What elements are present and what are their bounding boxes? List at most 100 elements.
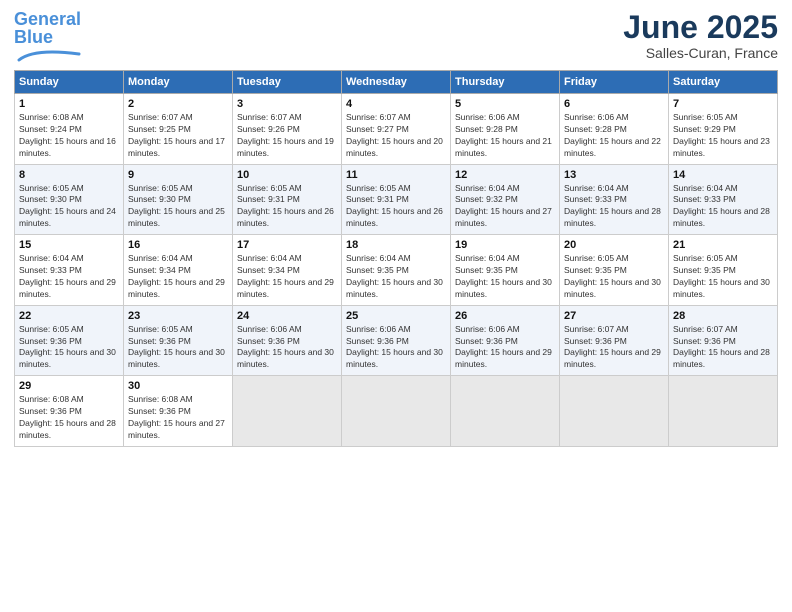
- day-detail: Sunrise: 6:08 AMSunset: 9:36 PMDaylight:…: [128, 394, 228, 442]
- day-detail: Sunrise: 6:08 AMSunset: 9:24 PMDaylight:…: [19, 112, 119, 160]
- calendar-cell: 10Sunrise: 6:05 AMSunset: 9:31 PMDayligh…: [233, 164, 342, 235]
- calendar-row: 15 Sunrise: 6:04 AMSunset: 9:33 PMDayligh…: [15, 235, 778, 306]
- day-number: 9: [128, 169, 228, 181]
- calendar-cell: 5 Sunrise: 6:06 AMSunset: 9:28 PMDaylight…: [451, 94, 560, 165]
- col-friday: Friday: [560, 71, 669, 94]
- day-detail: Sunrise: 6:04 AMSunset: 9:33 PMDaylight:…: [673, 183, 773, 231]
- day-detail: Sunrise: 6:04 AMSunset: 9:35 PMDaylight:…: [455, 253, 555, 301]
- calendar-cell: [669, 376, 778, 447]
- day-number: 24: [237, 310, 337, 322]
- day-detail: Sunrise: 6:04 AMSunset: 9:34 PMDaylight:…: [128, 253, 228, 301]
- day-detail: Sunrise: 6:05 AMSunset: 9:36 PMDaylight:…: [19, 324, 119, 372]
- day-number: 30: [128, 380, 228, 392]
- calendar-cell: [342, 376, 451, 447]
- calendar-cell: 4Sunrise: 6:07 AMSunset: 9:27 PMDaylight…: [342, 94, 451, 165]
- day-number: 22: [19, 310, 119, 322]
- location: Salles-Curan, France: [623, 45, 778, 61]
- col-wednesday: Wednesday: [342, 71, 451, 94]
- day-detail: Sunrise: 6:05 AMSunset: 9:31 PMDaylight:…: [237, 183, 337, 231]
- calendar-cell: 27 Sunrise: 6:07 AMSunset: 9:36 PMDayligh…: [560, 305, 669, 376]
- col-tuesday: Tuesday: [233, 71, 342, 94]
- day-number: 3: [237, 98, 337, 110]
- calendar-cell: 22 Sunrise: 6:05 AMSunset: 9:36 PMDayligh…: [15, 305, 124, 376]
- day-number: 8: [19, 169, 119, 181]
- day-detail: Sunrise: 6:04 AMSunset: 9:32 PMDaylight:…: [455, 183, 555, 231]
- logo-general: General: [14, 9, 81, 29]
- header-row: Sunday Monday Tuesday Wednesday Thursday…: [15, 71, 778, 94]
- calendar-cell: 14Sunrise: 6:04 AMSunset: 9:33 PMDayligh…: [669, 164, 778, 235]
- day-number: 6: [564, 98, 664, 110]
- day-detail: Sunrise: 6:06 AMSunset: 9:28 PMDaylight:…: [564, 112, 664, 160]
- calendar-table: Sunday Monday Tuesday Wednesday Thursday…: [14, 70, 778, 447]
- day-detail: Sunrise: 6:04 AMSunset: 9:33 PMDaylight:…: [19, 253, 119, 301]
- calendar-cell: 6 Sunrise: 6:06 AMSunset: 9:28 PMDaylight…: [560, 94, 669, 165]
- calendar-cell: 13Sunrise: 6:04 AMSunset: 9:33 PMDayligh…: [560, 164, 669, 235]
- day-detail: Sunrise: 6:04 AMSunset: 9:33 PMDaylight:…: [564, 183, 664, 231]
- day-detail: Sunrise: 6:05 AMSunset: 9:29 PMDaylight:…: [673, 112, 773, 160]
- day-detail: Sunrise: 6:06 AMSunset: 9:28 PMDaylight:…: [455, 112, 555, 160]
- calendar-cell: 26 Sunrise: 6:06 AMSunset: 9:36 PMDayligh…: [451, 305, 560, 376]
- day-number: 5: [455, 98, 555, 110]
- calendar-cell: 15 Sunrise: 6:04 AMSunset: 9:33 PMDayligh…: [15, 235, 124, 306]
- calendar-row: 8 Sunrise: 6:05 AMSunset: 9:30 PMDaylight…: [15, 164, 778, 235]
- page: General Blue June 2025 Salles-Curan, Fra…: [0, 0, 792, 612]
- logo-blue: Blue: [14, 27, 53, 47]
- day-number: 29: [19, 380, 119, 392]
- day-number: 19: [455, 239, 555, 251]
- calendar-cell: [560, 376, 669, 447]
- calendar-cell: 30 Sunrise: 6:08 AMSunset: 9:36 PMDayligh…: [124, 376, 233, 447]
- day-number: 25: [346, 310, 446, 322]
- calendar-row: 1 Sunrise: 6:08 AMSunset: 9:24 PMDaylight…: [15, 94, 778, 165]
- day-detail: Sunrise: 6:05 AMSunset: 9:35 PMDaylight:…: [564, 253, 664, 301]
- title-block: June 2025 Salles-Curan, France: [623, 10, 778, 61]
- day-number: 27: [564, 310, 664, 322]
- day-number: 18: [346, 239, 446, 251]
- day-detail: Sunrise: 6:04 AMSunset: 9:35 PMDaylight:…: [346, 253, 446, 301]
- calendar-row: 29 Sunrise: 6:08 AMSunset: 9:36 PMDayligh…: [15, 376, 778, 447]
- day-detail: Sunrise: 6:05 AMSunset: 9:30 PMDaylight:…: [19, 183, 119, 231]
- col-monday: Monday: [124, 71, 233, 94]
- day-number: 7: [673, 98, 773, 110]
- col-thursday: Thursday: [451, 71, 560, 94]
- calendar-cell: 28 Sunrise: 6:07 AMSunset: 9:36 PMDayligh…: [669, 305, 778, 376]
- day-detail: Sunrise: 6:07 AMSunset: 9:36 PMDaylight:…: [673, 324, 773, 372]
- day-number: 12: [455, 169, 555, 181]
- day-number: 4: [346, 98, 446, 110]
- logo-text: General Blue: [14, 10, 81, 46]
- day-detail: Sunrise: 6:06 AMSunset: 9:36 PMDaylight:…: [237, 324, 337, 372]
- col-sunday: Sunday: [15, 71, 124, 94]
- month-title: June 2025: [623, 10, 778, 45]
- day-number: 2: [128, 98, 228, 110]
- day-detail: Sunrise: 6:06 AMSunset: 9:36 PMDaylight:…: [455, 324, 555, 372]
- day-number: 16: [128, 239, 228, 251]
- day-number: 28: [673, 310, 773, 322]
- calendar-cell: 19 Sunrise: 6:04 AMSunset: 9:35 PMDayligh…: [451, 235, 560, 306]
- day-detail: Sunrise: 6:07 AMSunset: 9:36 PMDaylight:…: [564, 324, 664, 372]
- day-number: 15: [19, 239, 119, 251]
- calendar-body: 1 Sunrise: 6:08 AMSunset: 9:24 PMDaylight…: [15, 94, 778, 447]
- day-number: 23: [128, 310, 228, 322]
- calendar-cell: 20 Sunrise: 6:05 AMSunset: 9:35 PMDayligh…: [560, 235, 669, 306]
- day-detail: Sunrise: 6:05 AMSunset: 9:36 PMDaylight:…: [128, 324, 228, 372]
- day-detail: Sunrise: 6:08 AMSunset: 9:36 PMDaylight:…: [19, 394, 119, 442]
- day-number: 11: [346, 169, 446, 181]
- day-number: 26: [455, 310, 555, 322]
- day-detail: Sunrise: 6:05 AMSunset: 9:31 PMDaylight:…: [346, 183, 446, 231]
- calendar-cell: 29 Sunrise: 6:08 AMSunset: 9:36 PMDayligh…: [15, 376, 124, 447]
- col-saturday: Saturday: [669, 71, 778, 94]
- calendar-cell: 24 Sunrise: 6:06 AMSunset: 9:36 PMDayligh…: [233, 305, 342, 376]
- calendar-cell: 16 Sunrise: 6:04 AMSunset: 9:34 PMDayligh…: [124, 235, 233, 306]
- day-number: 21: [673, 239, 773, 251]
- day-detail: Sunrise: 6:07 AMSunset: 9:26 PMDaylight:…: [237, 112, 337, 160]
- day-number: 20: [564, 239, 664, 251]
- calendar-cell: 12 Sunrise: 6:04 AMSunset: 9:32 PMDayligh…: [451, 164, 560, 235]
- calendar-cell: 3 Sunrise: 6:07 AMSunset: 9:26 PMDaylight…: [233, 94, 342, 165]
- calendar-cell: 1 Sunrise: 6:08 AMSunset: 9:24 PMDaylight…: [15, 94, 124, 165]
- calendar-cell: 25Sunrise: 6:06 AMSunset: 9:36 PMDayligh…: [342, 305, 451, 376]
- calendar-cell: 2Sunrise: 6:07 AMSunset: 9:25 PMDaylight…: [124, 94, 233, 165]
- logo: General Blue: [14, 10, 84, 64]
- day-number: 1: [19, 98, 119, 110]
- calendar-cell: 9Sunrise: 6:05 AMSunset: 9:30 PMDaylight…: [124, 164, 233, 235]
- calendar-cell: [233, 376, 342, 447]
- calendar-cell: 18 Sunrise: 6:04 AMSunset: 9:35 PMDayligh…: [342, 235, 451, 306]
